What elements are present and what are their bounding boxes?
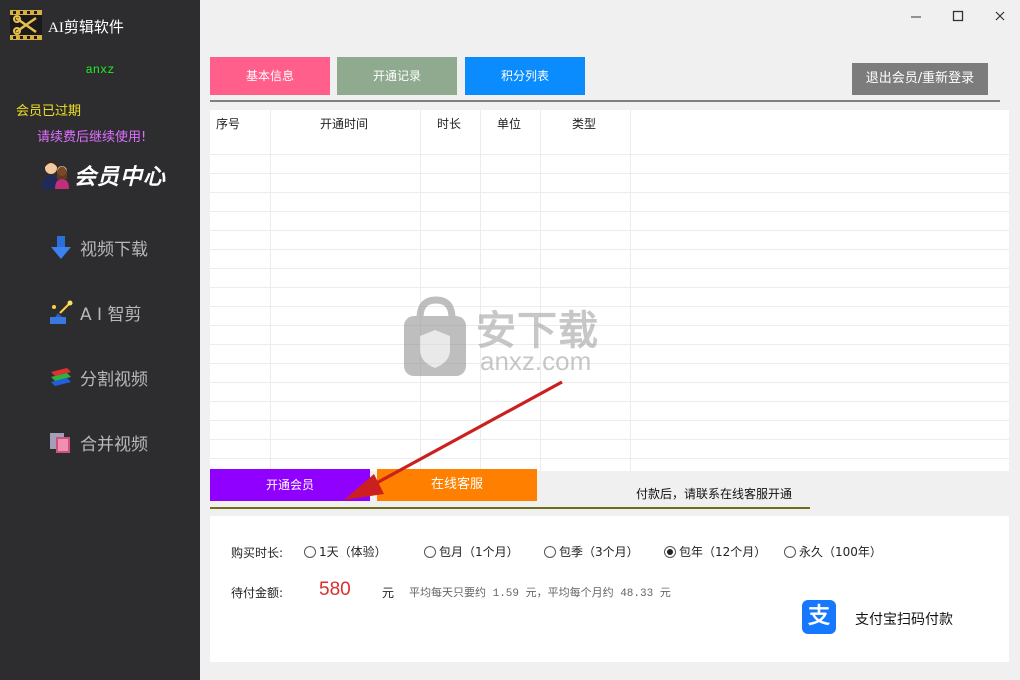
- column-header-index: 序号: [216, 117, 241, 131]
- radio-label: 包季（3个月）: [559, 545, 639, 559]
- radio-circle-icon: [784, 545, 796, 558]
- tab-basic-info[interactable]: 基本信息: [210, 57, 330, 95]
- payment-panel: 购买时长: 1天（体验） 包月（1个月） 包季（3个月） 包年（12个月） 永久…: [210, 516, 1009, 662]
- app-title: AI剪辑软件: [48, 20, 124, 36]
- grid-row-line: [210, 268, 1009, 269]
- member-avatar-icon: [42, 160, 69, 189]
- sidebar-item-label: 分割视频: [80, 369, 148, 390]
- column-header-unit: 单位: [497, 117, 522, 131]
- tab-open-records[interactable]: 开通记录: [337, 57, 457, 95]
- sidebar-item-ai-edit[interactable]: A I 智剪: [48, 294, 188, 330]
- radio-selected-icon: [664, 545, 676, 558]
- ai-edit-icon: [50, 300, 73, 324]
- amount-value: 580: [319, 579, 351, 600]
- radio-label: 永久（100年）: [799, 545, 882, 559]
- alipay-pay-label[interactable]: 支付宝扫码付款: [855, 609, 953, 629]
- radio-permanent[interactable]: 永久（100年）: [784, 543, 882, 560]
- radio-circle-icon: [304, 545, 316, 558]
- close-button[interactable]: [990, 6, 1010, 26]
- radio-1-day[interactable]: 1天（体验）: [304, 543, 387, 560]
- grid-column-divider: [270, 110, 271, 471]
- grid-row-line: [210, 192, 1009, 193]
- sidebar-item-label: 视频下载: [80, 239, 148, 260]
- sidebar-item-split-video[interactable]: 分割视频: [48, 359, 188, 395]
- alipay-icon[interactable]: 支: [802, 600, 836, 634]
- average-price-note: 平均每天只要约 1.59 元，平均每个月约 48.33 元: [409, 588, 671, 600]
- vip-status-text: 会员已过期: [16, 104, 82, 119]
- minimize-icon: [911, 16, 921, 18]
- split-layers-icon: [51, 368, 71, 386]
- watermark: 安下载 anxz.com: [400, 296, 620, 380]
- logout-relogin-button[interactable]: 退出会员/重新登录: [852, 63, 988, 95]
- username: anxz: [85, 63, 115, 77]
- scissors-film-icon: [10, 10, 42, 40]
- radio-label: 包年（12个月）: [679, 545, 767, 559]
- minimize-button[interactable]: [906, 6, 926, 26]
- sidebar-item-merge-video[interactable]: 合并视频: [48, 424, 188, 460]
- column-header-duration: 时长: [437, 117, 462, 131]
- member-center-button[interactable]: 会员中心: [40, 155, 180, 195]
- sidebar-item-video-download[interactable]: 视频下载: [48, 229, 188, 265]
- member-center-label: 会员中心: [74, 164, 167, 190]
- renew-tip-text: 请续费后继续使用!: [37, 130, 147, 145]
- tabs-divider: [210, 100, 1000, 102]
- grid-row-line: [210, 154, 1009, 155]
- shield-logo-icon: [404, 296, 466, 376]
- column-header-type: 类型: [572, 117, 597, 131]
- radio-label: 1天（体验）: [319, 545, 387, 559]
- radio-yearly[interactable]: 包年（12个月）: [664, 543, 766, 560]
- grid-row-line: [210, 173, 1009, 174]
- grid-row-line: [210, 230, 1009, 231]
- radio-monthly[interactable]: 包月（1个月）: [424, 543, 519, 560]
- radio-circle-icon: [424, 545, 436, 558]
- pay-tip-text: 付款后，请联系在线客服开通: [636, 487, 793, 501]
- radio-label: 包月（1个月）: [439, 545, 519, 559]
- duration-label: 购买时长:: [231, 546, 284, 560]
- radio-circle-icon: [544, 545, 556, 558]
- table-header: 序号 开通时间 时长 单位 类型: [210, 110, 1009, 138]
- currency-unit: 元: [382, 586, 395, 600]
- tab-points-list[interactable]: 积分列表: [465, 57, 585, 95]
- merge-video-icon: [50, 433, 70, 453]
- close-icon: [995, 11, 1005, 21]
- radio-quarterly[interactable]: 包季（3个月）: [544, 543, 639, 560]
- column-header-open-time: 开通时间: [320, 117, 369, 131]
- grid-row-line: [210, 287, 1009, 288]
- grid-row-line: [210, 249, 1009, 250]
- sidebar-item-label: 合并视频: [80, 434, 148, 455]
- annotation-arrow: [344, 380, 563, 500]
- grid-column-divider: [630, 110, 631, 471]
- download-arrow-icon: [51, 236, 71, 259]
- maximize-button[interactable]: [948, 6, 968, 26]
- sidebar: AI剪辑软件 anxz 会员已过期 请续费后继续使用! 会员中心 视频下载 A …: [0, 0, 200, 680]
- sidebar-item-label: A I 智剪: [80, 304, 142, 325]
- amount-label: 待付金额:: [231, 586, 284, 600]
- grid-row-line: [210, 211, 1009, 212]
- maximize-icon: [952, 10, 964, 22]
